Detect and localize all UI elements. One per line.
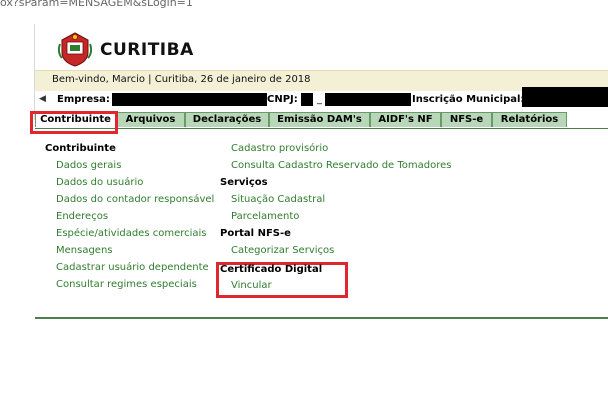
empresa-label: Empresa: — [57, 94, 110, 105]
tab-emissao-dams[interactable]: Emissão DAM's — [269, 112, 370, 127]
link-dados-gerais[interactable]: Dados gerais — [56, 160, 121, 171]
link-parcelamento[interactable]: Parcelamento — [231, 211, 299, 222]
welcome-text: Bem-vindo, Marcio | Curitiba, 26 de jane… — [52, 74, 311, 85]
menu-heading-portal-nfse: Portal NFS-e — [220, 228, 291, 239]
city-name: CURITIBA — [100, 40, 194, 60]
link-mensagens[interactable]: Mensagens — [56, 245, 113, 256]
link-cadastro-provisorio[interactable]: Cadastro provisório — [231, 143, 328, 154]
cnpj-redacted-2 — [325, 93, 411, 106]
link-dados-contador[interactable]: Dados do contador responsável — [56, 194, 214, 205]
company-bar: ◀ Empresa: CNPJ: _ Inscrição Municipal: — [35, 87, 608, 109]
tab-declaracoes[interactable]: Declarações — [185, 112, 269, 127]
tab-relatorios[interactable]: Relatórios — [492, 112, 567, 127]
link-consulta-cadastro-tomadores[interactable]: Consulta Cadastro Reservado de Tomadores — [231, 160, 452, 171]
link-cadastrar-dependente[interactable]: Cadastrar usuário dependente — [56, 262, 209, 273]
menu-heading-servicos: Serviços — [220, 177, 268, 188]
link-enderecos[interactable]: Endereços — [56, 211, 108, 222]
empresa-value-redacted — [112, 93, 267, 106]
link-consultar-regimes[interactable]: Consultar regimes especiais — [56, 279, 197, 290]
tab-aidf-nf[interactable]: AIDF's NF — [370, 112, 441, 127]
link-categorizar-servicos[interactable]: Categorizar Serviços — [231, 245, 334, 256]
inscricao-label: Inscrição Municipal: — [412, 94, 525, 105]
cnpj-label: CNPJ: — [267, 94, 298, 105]
link-especie-atividades[interactable]: Espécie/atividades comerciais — [56, 228, 207, 239]
link-situacao-cadastral[interactable]: Situação Cadastral — [231, 194, 325, 205]
cnpj-value: _ — [317, 94, 322, 105]
link-dados-usuario[interactable]: Dados do usuário — [56, 177, 143, 188]
tab-arquivos[interactable]: Arquivos — [116, 112, 185, 127]
content-bottom-divider — [35, 317, 608, 319]
coat-of-arms-icon — [58, 32, 92, 67]
menu-heading-certificado-digital: Certificado Digital — [220, 264, 323, 275]
tab-nfs-e[interactable]: NFS-e — [441, 112, 492, 127]
address-bar-url[interactable]: ox?sParam=MENSAGEM&sLogin=1 — [0, 0, 608, 9]
menu-heading-contribuinte: Contribuinte — [45, 143, 116, 154]
link-vincular[interactable]: Vincular — [231, 280, 272, 291]
inscricao-value-redacted — [522, 87, 608, 107]
highlight-contribuinte-tab — [30, 111, 118, 134]
main-tabs: Contribuinte Arquivos Declarações Emissã… — [35, 112, 608, 129]
cnpj-redacted-1 — [301, 93, 313, 106]
arrow-left-icon[interactable]: ◀ — [39, 94, 46, 104]
